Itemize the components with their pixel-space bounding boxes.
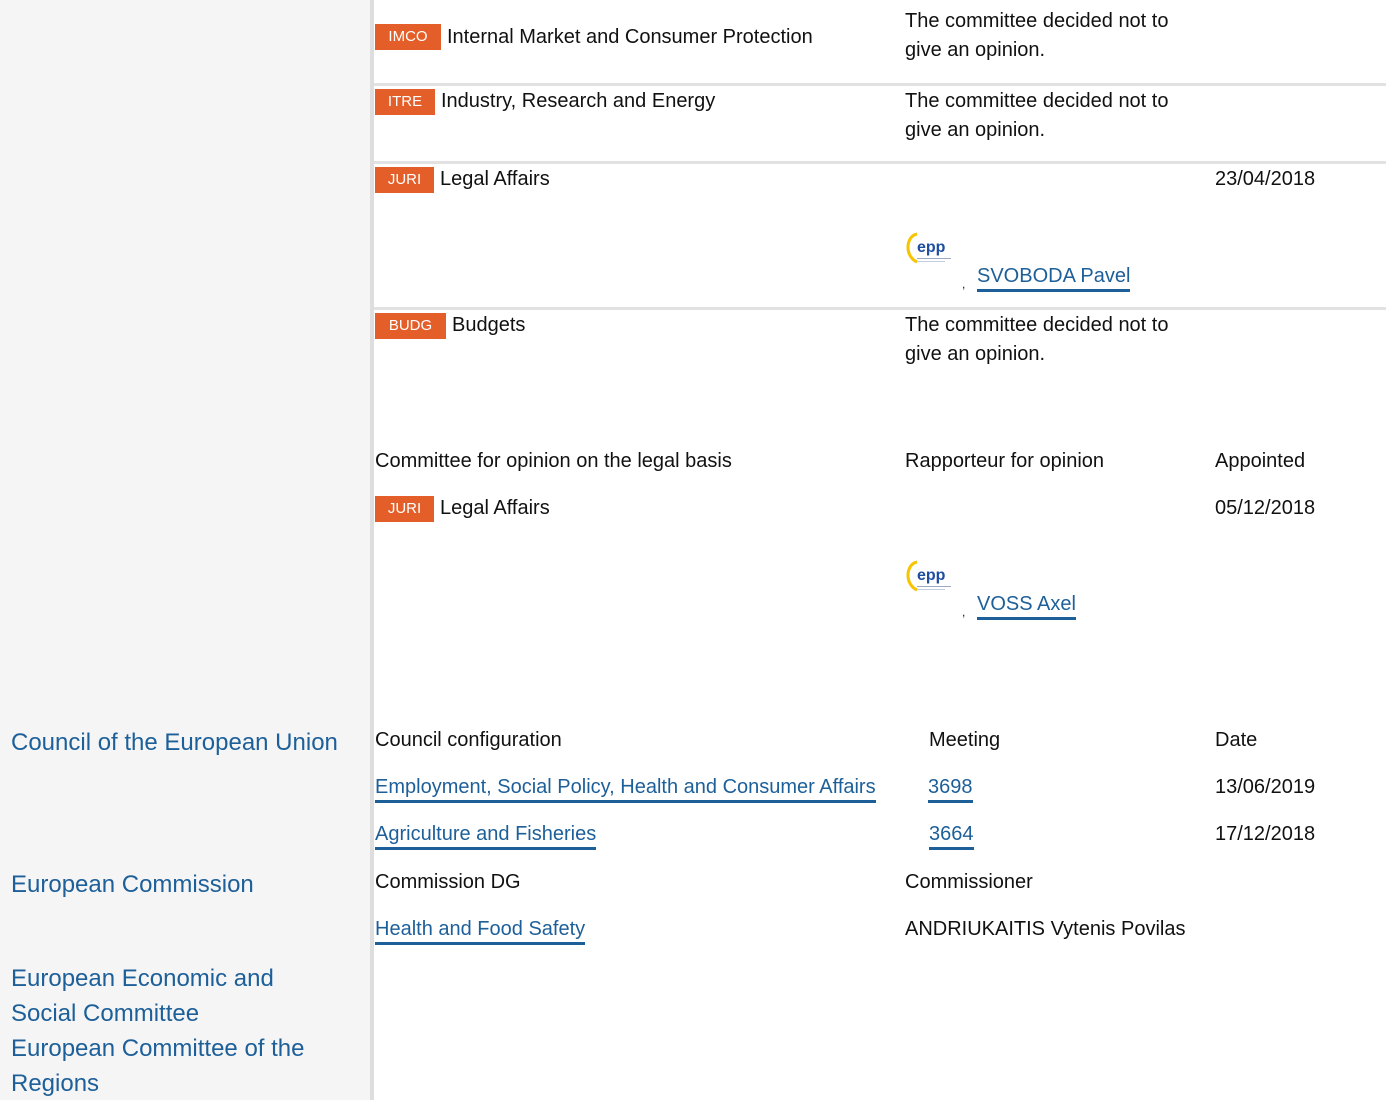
committee-name-juri: Legal Affairs <box>440 168 550 190</box>
committee-name-itre: Industry, Research and Energy <box>441 90 716 112</box>
legal-basis-header-appointed: Appointed <box>1215 450 1306 472</box>
committee-name-budg: Budgets <box>452 314 526 336</box>
legal-basis-header-committee: Committee for opinion on the legal basis <box>375 450 732 472</box>
row-divider <box>374 161 1386 164</box>
council-date-1: 17/12/2018 <box>1215 823 1316 845</box>
row-divider <box>374 83 1386 86</box>
svg-text:epp: epp <box>917 239 946 256</box>
committee-note-budg: The committee decided not to give an opi… <box>905 314 1169 365</box>
committee-name-juri-legal-basis: Legal Affairs <box>440 497 550 519</box>
committee-badge-itre: ITRE <box>375 89 435 115</box>
commission-dg-link[interactable]: Health and Food Safety <box>375 917 586 945</box>
rapporteur-link-svoboda[interactable]: SVOBODA Pavel <box>977 264 1131 292</box>
committee-name-imco: Internal Market and Consumer Protection <box>447 26 813 48</box>
committee-badge-juri: JURI <box>375 167 434 193</box>
council-header-configuration: Council configuration <box>375 729 562 751</box>
committee-note-itre: The committee decided not to give an opi… <box>905 90 1169 141</box>
eesc-link[interactable]: European Economic and Social Committee <box>11 961 341 1031</box>
committee-of-regions-link[interactable]: European Committee of the Regions <box>11 1031 341 1101</box>
council-meeting-link-3664[interactable]: 3664 <box>929 822 974 850</box>
committee-badge-budg: BUDG <box>375 313 446 339</box>
council-configuration-link-agriculture[interactable]: Agriculture and Fisheries <box>375 822 597 850</box>
european-commission-link[interactable]: European Commission <box>11 867 254 902</box>
committee-badge-juri-legal-basis: JURI <box>375 496 434 522</box>
institution-column <box>0 0 370 1100</box>
council-header-meeting: Meeting <box>929 729 1001 751</box>
commission-header-commissioner: Commissioner <box>905 871 1033 893</box>
council-meeting-link-3698[interactable]: 3698 <box>928 775 973 803</box>
council-configuration-link-employment[interactable]: Employment, Social Policy, Health and Co… <box>375 775 876 803</box>
legal-basis-header-rapporteur: Rapporteur for opinion <box>905 450 1105 472</box>
committee-badge-imco: IMCO <box>375 24 441 50</box>
column-divider <box>370 0 374 1100</box>
council-header-date: Date <box>1215 729 1258 751</box>
row-divider <box>374 307 1386 310</box>
commission-header-dg: Commission DG <box>375 871 521 893</box>
appointed-date-juri-legal-basis: 05/12/2018 <box>1215 497 1316 519</box>
epp-group-logo-icon: epp <box>903 222 965 276</box>
logo-separator: , <box>962 277 966 291</box>
appointed-date-juri: 23/04/2018 <box>1215 168 1316 190</box>
logo-separator: , <box>962 605 966 619</box>
svg-text:epp: epp <box>917 567 946 584</box>
committee-note-imco: The committee decided not to give an opi… <box>905 10 1169 61</box>
epp-group-logo-icon: epp <box>903 550 965 604</box>
council-date-0: 13/06/2019 <box>1215 776 1316 798</box>
commissioner-name: ANDRIUKAITIS Vytenis Povilas <box>905 918 1186 940</box>
rapporteur-link-voss[interactable]: VOSS Axel <box>977 592 1076 620</box>
council-of-eu-link[interactable]: Council of the European Union <box>11 725 338 760</box>
